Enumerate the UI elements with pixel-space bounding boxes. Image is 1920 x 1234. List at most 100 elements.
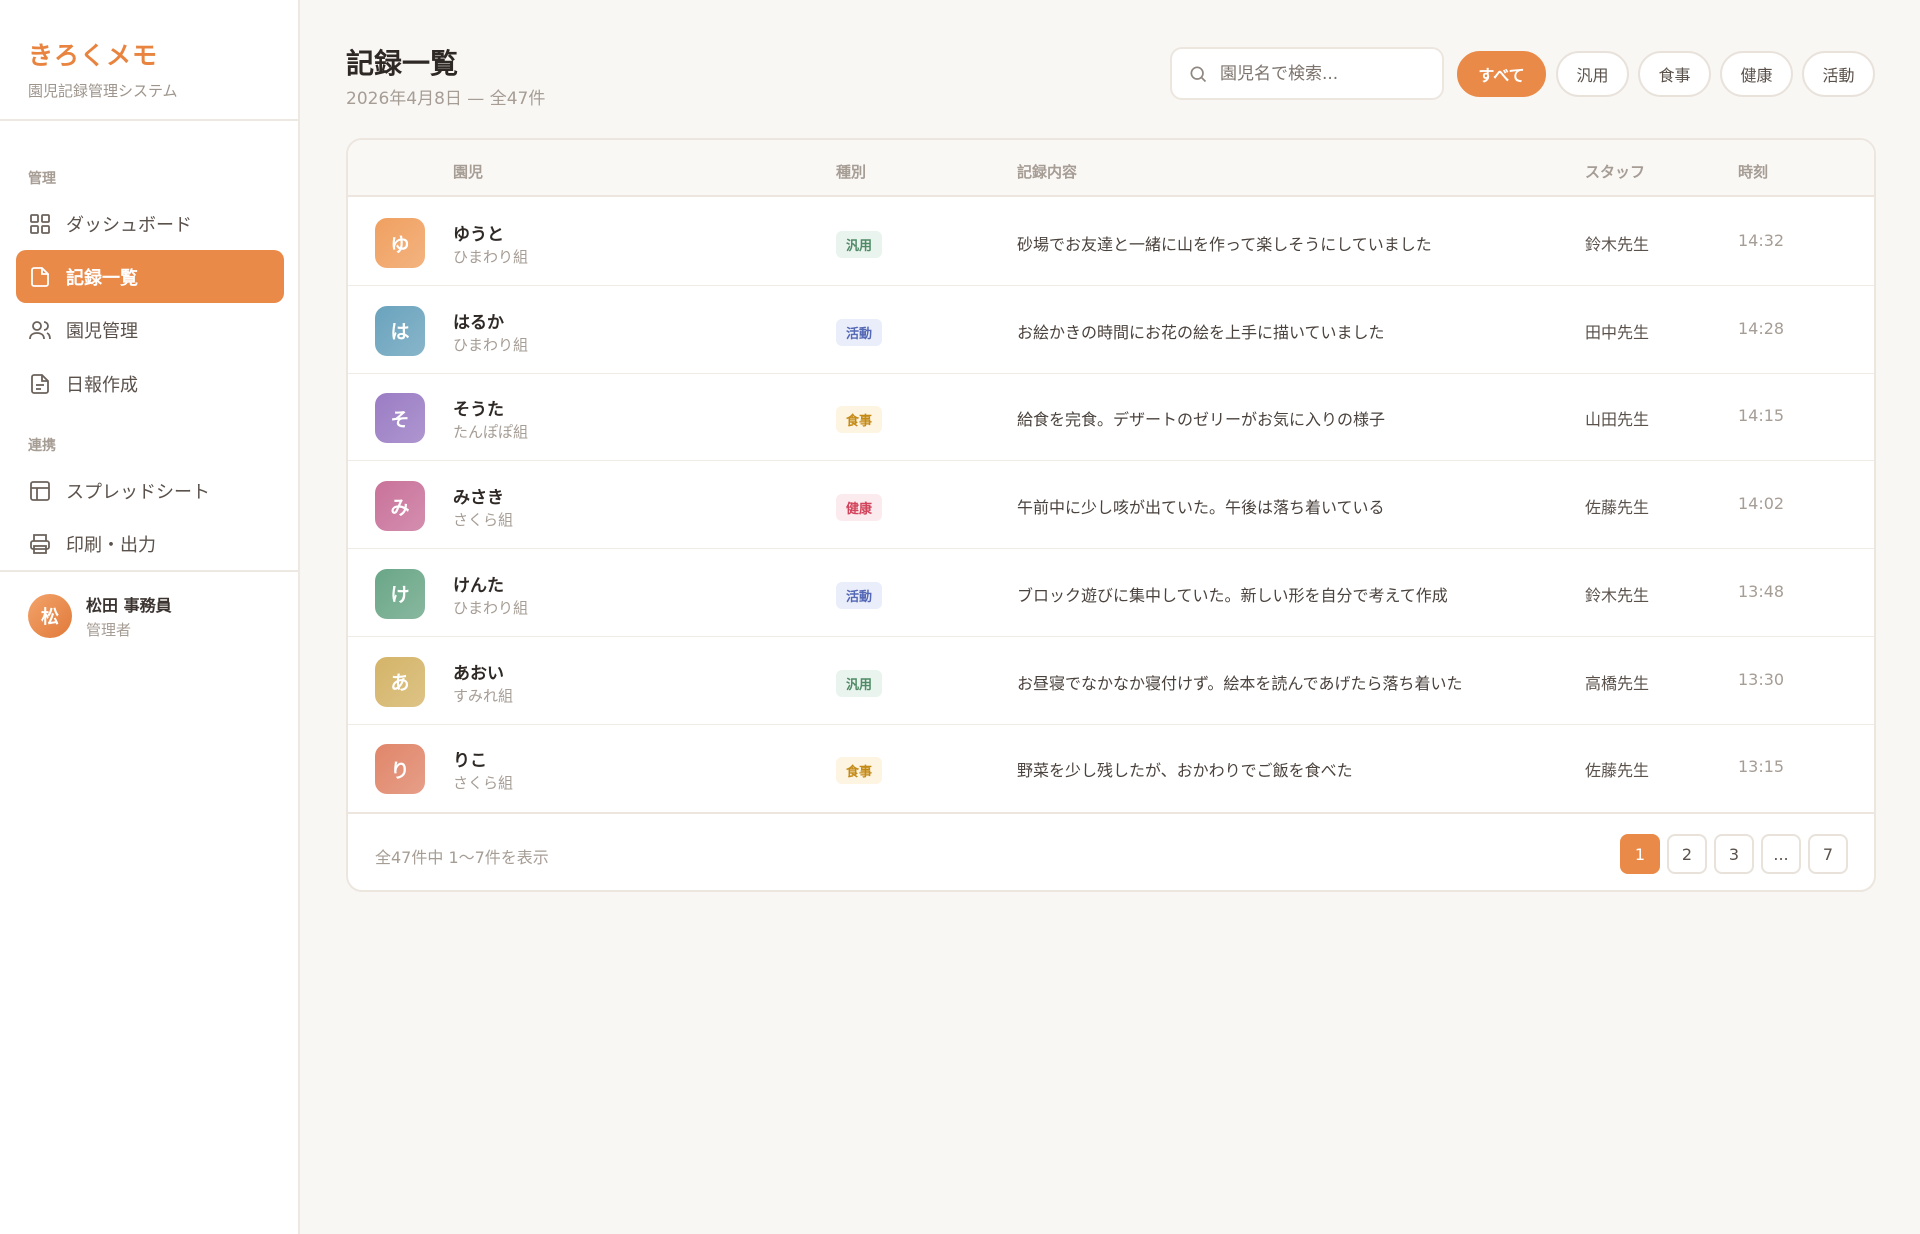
child-class: たんぽぽ組	[453, 423, 529, 442]
printer-icon	[28, 532, 52, 556]
sidebar-item-label: 園児管理	[66, 320, 138, 342]
sidebar-item-children[interactable]: 園児管理	[16, 303, 284, 356]
column-header-time: 時刻	[1738, 163, 1769, 181]
staff-name: 佐藤先生	[1585, 761, 1650, 781]
child-class: ひまわり組	[453, 248, 529, 266]
table-row[interactable]: ゆ ゆうとひまわり組 汎用 砂場でお友達と一緒に山を作って楽しそうにしていました 鈴木先…	[348, 198, 1874, 286]
sidebar-item-records[interactable]: 記録一覧	[16, 250, 284, 303]
page-title: 記録一覧	[346, 47, 459, 80]
record-time: 14:15	[1738, 406, 1785, 426]
user-profile[interactable]: 松 松田 事務員 管理者	[0, 570, 298, 660]
table-row[interactable]: り りこさくら組 食事 野菜を少し残したが、おかわりでご飯を食べた 佐藤先生 13:15	[348, 724, 1874, 812]
grid-icon	[28, 212, 52, 236]
type-badge: 活動	[836, 318, 883, 346]
page-button-7[interactable]: 7	[1808, 834, 1848, 874]
search-input[interactable]	[1220, 63, 1430, 84]
brand-title: きろくメモ	[28, 41, 159, 70]
filter-all[interactable]: すべて	[1457, 51, 1546, 97]
type-badge: 食事	[836, 757, 883, 785]
record-content: 砂場でお友達と一緒に山を作って楽しそうにしていました	[1017, 235, 1432, 254]
record-content: ブロック遊びに集中していた。新しい形を自分で考えて作成	[1017, 585, 1448, 605]
column-header-type: 種別	[836, 163, 867, 181]
type-badge: 汎用	[836, 669, 883, 697]
filter-health[interactable]: 健康	[1720, 51, 1793, 97]
user-name: 松田 事務員	[86, 596, 172, 615]
page-button-3[interactable]: 3	[1714, 834, 1754, 874]
child-avatar: あ	[375, 656, 425, 707]
users-icon	[28, 318, 52, 342]
record-time: 14:02	[1738, 494, 1785, 514]
child-name: りこ	[453, 751, 487, 772]
table-row[interactable]: あ あおいすみれ組 汎用 お昼寝でなかなか寝付けず。絵本を読んであげたら落ち着いた 高橋…	[348, 637, 1874, 725]
child-avatar: ゆ	[375, 218, 425, 268]
sidebar-item-label: 印刷・出力	[66, 534, 156, 556]
type-badge: 食事	[836, 406, 883, 434]
table-icon	[28, 479, 52, 503]
page-ellipsis: ...	[1761, 834, 1801, 874]
staff-name: 田中先生	[1585, 322, 1650, 342]
child-name: はるか	[453, 312, 504, 333]
column-header-child: 園児	[453, 163, 484, 181]
record-time: 13:15	[1738, 757, 1785, 777]
record-content: 野菜を少し残したが、おかわりでご飯を食べた	[1017, 761, 1353, 781]
child-avatar: そ	[375, 393, 425, 444]
staff-name: 鈴木先生	[1585, 235, 1650, 254]
child-name: そうた	[453, 400, 504, 421]
records-table: 園児 種別 記録内容 スタッフ 時刻 ゆゆうと ひまわり組 汎用 砂場でお友達と一緒に…	[346, 138, 1876, 892]
nav-section-manage: 管理	[28, 171, 56, 187]
nav-section-link: 連携	[28, 438, 56, 454]
record-time: 14:28	[1738, 318, 1785, 338]
child-avatar: は	[375, 305, 425, 356]
staff-name: 佐藤先生	[1585, 498, 1650, 518]
sidebar-item-label: 日報作成	[66, 374, 138, 396]
table-row[interactable]: み みさき さくら組 健康 午前中に少し咳が出ていた。午後は落ち着いている 佐藤先生 14:…	[348, 461, 1874, 550]
sidebar-item-daily-report[interactable]: 日報作成	[16, 357, 284, 410]
search-icon	[1188, 64, 1208, 84]
child-class: さくら組	[453, 774, 514, 793]
pagination-summary: 全47件中 1〜7件を表示	[375, 848, 549, 867]
table-footer: 全47件中 1〜7件を表示 1 2 3 ... 7	[348, 812, 1874, 890]
table-row[interactable]: は はるか ひまわり組 活動 お絵かきの時間にお花の絵を上手に描いていました 田中先生 14…	[348, 286, 1874, 374]
child-avatar: り	[375, 744, 425, 795]
table-header: 園児 種別 記録内容 スタッフ 時刻	[348, 140, 1874, 197]
search-box[interactable]	[1170, 47, 1444, 100]
type-badge: 健康	[836, 494, 883, 522]
sidebar-item-print[interactable]: 印刷・出力	[16, 517, 284, 570]
record-content: お絵かきの時間にお花の絵を上手に描いていました	[1017, 322, 1385, 342]
child-class: すみれ組	[453, 686, 514, 705]
column-header-staff: スタッフ	[1585, 163, 1646, 181]
record-time: 14:32	[1738, 231, 1785, 250]
brand: きろくメモ 園児記録管理システム	[0, 0, 298, 121]
type-badge: 汎用	[836, 231, 883, 258]
avatar: 松	[28, 594, 72, 638]
sidebar-item-label: スプレッドシート	[66, 481, 210, 503]
page-button-1[interactable]: 1	[1620, 834, 1660, 874]
type-badge: 活動	[836, 581, 883, 609]
child-name: ゆうと	[453, 225, 504, 245]
child-avatar: み	[375, 481, 425, 532]
record-content: 給食を完食。デザートのゼリーがお気に入りの様子	[1017, 410, 1386, 430]
child-class: さくら組	[453, 511, 514, 530]
filter-meal[interactable]: 食事	[1638, 51, 1711, 97]
record-content: 午前中に少し咳が出ていた。午後は落ち着いている	[1017, 498, 1385, 518]
filter-general[interactable]: 汎用	[1556, 51, 1629, 97]
sidebar-item-label: ダッシュボード	[66, 214, 192, 236]
record-content: お昼寝でなかなか寝付けず。絵本を読んであげたら落ち着いた	[1017, 673, 1463, 693]
report-icon	[28, 372, 52, 396]
staff-name: 鈴木先生	[1585, 585, 1650, 605]
sidebar: きろくメモ 園児記録管理システム 管理 ダッシュボード 記録一覧 園児管理 日報…	[0, 0, 300, 1234]
sidebar-item-dashboard[interactable]: ダッシュボード	[16, 197, 284, 250]
record-time: 13:30	[1738, 669, 1785, 689]
table-row[interactable]: け けんた ひまわり組 活動 ブロック遊びに集中していた。新しい形を自分で考えて作成 鈴木…	[348, 549, 1874, 637]
staff-name: 山田先生	[1585, 410, 1650, 430]
sidebar-item-spreadsheet[interactable]: スプレッドシート	[16, 464, 284, 517]
child-name: けんた	[453, 575, 504, 596]
sidebar-item-label: 記録一覧	[66, 267, 138, 289]
table-row[interactable]: そ そうたたんぽぽ組 食事 給食を完食。デザートのゼリーがお気に入りの様子 山田先生 14…	[348, 373, 1874, 462]
page-button-2[interactable]: 2	[1667, 834, 1707, 874]
staff-name: 高橋先生	[1585, 673, 1650, 693]
record-time: 13:48	[1738, 581, 1785, 601]
brand-subtitle: 園児記録管理システム	[28, 82, 178, 100]
filter-activity[interactable]: 活動	[1802, 51, 1875, 97]
child-name: あおい	[453, 663, 504, 684]
